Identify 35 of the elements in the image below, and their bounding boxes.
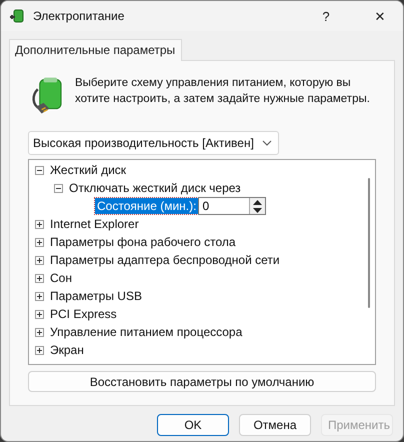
tab[interactable]: Дополнительные параметры [9,39,182,61]
window-title: Электропитание [33,9,126,23]
chevron-down-icon [262,140,272,146]
tree-item[interactable]: Отключать жесткий диск через [69,181,241,195]
tree-item[interactable]: Internet Explorer [50,217,139,231]
expand-icon[interactable] [35,292,44,300]
dialog-button[interactable]: OK [157,414,229,436]
expand-icon[interactable] [35,238,44,246]
plan-dropdown[interactable]: Высокая производительность [Активен] [28,131,279,155]
spin-up-icon[interactable] [253,200,262,204]
tree-item[interactable]: Жесткий диск [50,163,126,177]
spin-down-icon[interactable] [253,208,262,212]
expand-icon[interactable] [35,346,44,354]
expand-icon[interactable] [35,220,44,228]
tree-item[interactable]: Сон [50,271,72,285]
close-button[interactable]: ✕ [357,1,403,31]
tree-item[interactable]: PCI Express [50,307,117,321]
expand-icon[interactable] [35,256,44,264]
instruction-text: Выберите схему управления питанием, которую вы хотите настроить, а затем задайте нужные параметры. [74,76,371,107]
tree-item[interactable]: Экран [50,343,84,357]
expand-icon[interactable] [35,274,44,282]
expand-icon[interactable] [35,310,44,318]
tree-item[interactable]: Параметры фона рабочего стола [50,235,236,249]
dialog-button[interactable]: Отмена [239,414,311,436]
tree-item[interactable]: Параметры адаптера беспроводной сети [50,253,280,267]
tree-item[interactable]: Параметры USB [50,289,142,303]
collapse-icon[interactable] [54,184,63,192]
collapse-icon[interactable] [35,166,44,174]
minutes-spinbox[interactable]: 0 [198,197,266,215]
setting-label[interactable]: Состояние (мин.): [95,198,198,214]
expand-icon[interactable] [35,328,44,336]
help-button[interactable]: ? [303,1,349,31]
restore-defaults-button[interactable]: Восстановить параметры по умолчанию [28,371,376,392]
battery-plug-icon [9,8,25,24]
tree-item[interactable]: Управление питанием процессора [50,325,242,339]
